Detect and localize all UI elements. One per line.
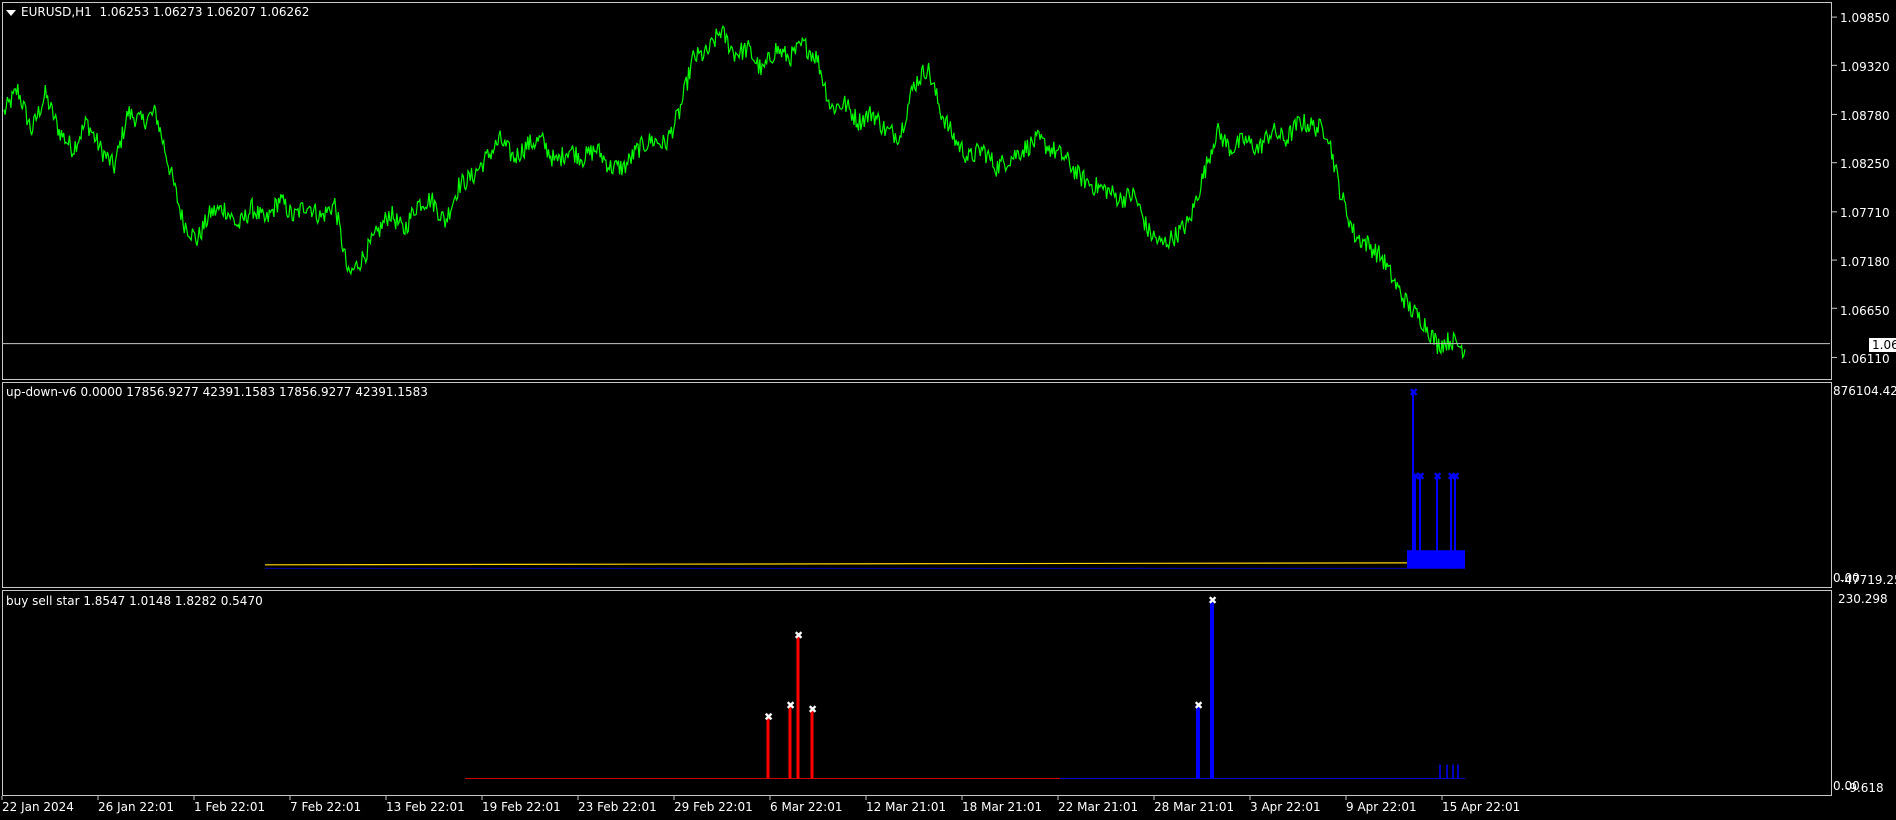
indicator1-yellow-line [264, 562, 1466, 566]
indicator2-x-marker: ✖ [764, 711, 773, 724]
indicator1-x-marker: ✖ [1409, 386, 1418, 399]
indicator1-x-marker: ✖ [1451, 470, 1460, 483]
indicator2-x-marker: ✖ [786, 699, 795, 712]
price-line [3, 25, 1466, 360]
chart-window[interactable]: EURUSD,H1 1.06253 1.06273 1.06207 1.0626… [0, 0, 1896, 820]
indicator2-x-marker: ✖ [794, 629, 803, 642]
indicator1-x-marker: ✖ [1416, 470, 1425, 483]
indicator2-x-marker: ✖ [1208, 594, 1217, 607]
indicator2-x-marker: ✖ [1194, 699, 1203, 712]
chart-canvas: ✖✖✖ ✖ ✖✖✖✖✖✖ ✖✖ [1, 16, 1837, 800]
indicator1-x-marker: ✖ [1433, 470, 1442, 483]
indicator1-blue-cluster [1407, 550, 1465, 569]
indicator2-x-marker: ✖ [808, 703, 817, 716]
